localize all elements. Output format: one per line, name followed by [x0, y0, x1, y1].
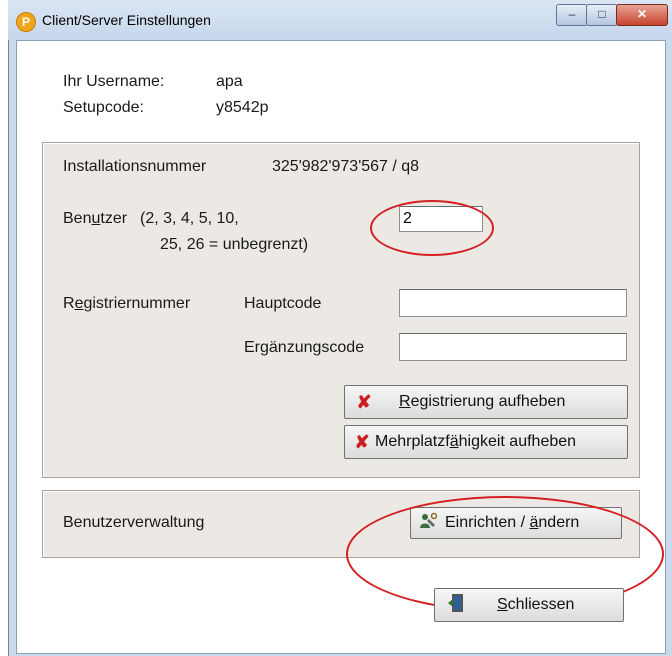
close-window-button[interactable]: ✕: [616, 4, 668, 26]
app-icon: P: [16, 12, 36, 32]
cancel-registration-label: Registrierung aufheben: [399, 393, 566, 410]
installation-label: Installationsnummer: [63, 158, 207, 175]
users-count-input[interactable]: [399, 206, 483, 232]
main-code-label: Hauptcode: [244, 295, 322, 312]
setupcode-label: Setupcode:: [63, 99, 144, 116]
red-x-icon: ✘: [354, 431, 370, 452]
user-tools-icon: [419, 512, 438, 535]
setupcode-value: y8542p: [216, 99, 269, 116]
maximize-button[interactable]: □: [586, 4, 618, 26]
close-dialog-button[interactable]: Schliessen: [434, 588, 624, 622]
main-code-input[interactable]: [399, 289, 627, 317]
user-admin-label: Benutzerverwaltung: [63, 514, 205, 531]
users-hint-line2: 25, 26 = unbegrenzt): [160, 236, 309, 253]
users-label: Benutzer: [63, 210, 128, 227]
username-value: apa: [216, 73, 243, 90]
registration-label: Registriernummer: [63, 295, 191, 312]
cancel-registration-button[interactable]: ✘ Registrierung aufheben: [344, 385, 628, 419]
installation-value: 325'982'973'567 / q8: [272, 158, 420, 175]
red-x-icon: ✘: [356, 391, 372, 412]
extra-code-label: Ergänzungscode: [244, 339, 365, 356]
minimize-button[interactable]: –: [556, 4, 588, 26]
exit-door-icon: [447, 593, 465, 618]
close-dialog-label: Schliessen: [497, 596, 575, 613]
cancel-multiuser-button[interactable]: ✘ Mehrplatzfähigkeit aufheben: [344, 425, 628, 459]
window-title: Client/Server Einstellungen: [42, 12, 211, 28]
extra-code-input[interactable]: [399, 333, 627, 361]
setup-users-button[interactable]: Einrichten / ändern: [410, 507, 622, 539]
username-label: Ihr Username:: [63, 73, 165, 90]
users-hint-line1: (2, 3, 4, 5, 10,: [140, 210, 239, 227]
setup-users-label: Einrichten / ändern: [445, 514, 580, 531]
cancel-multiuser-label: Mehrplatzfähigkeit aufheben: [375, 433, 577, 450]
